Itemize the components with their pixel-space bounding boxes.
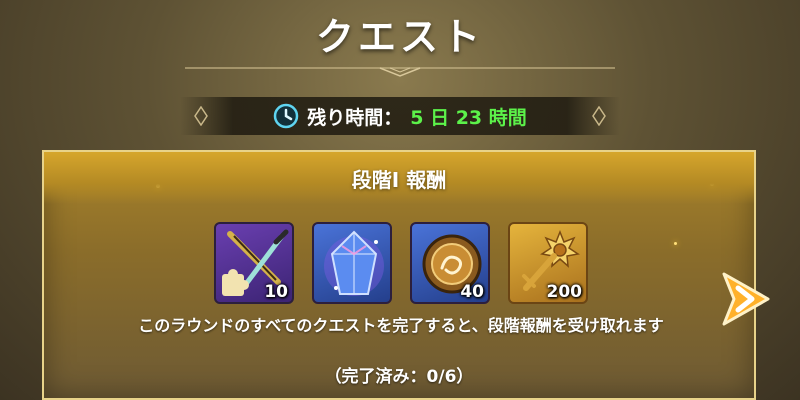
crystal-icon bbox=[324, 230, 384, 296]
clock-icon bbox=[273, 103, 299, 129]
page-title: クエスト bbox=[315, 15, 484, 59]
reward-count: 200 bbox=[546, 282, 583, 302]
reward-item[interactable]: 200 bbox=[508, 222, 588, 304]
completion-progress: （完了済み：0/6） bbox=[324, 367, 474, 387]
title-divider-ornament bbox=[185, 67, 615, 77]
reward-count: 40 bbox=[460, 282, 484, 302]
diamond-ornament-icon bbox=[194, 106, 208, 126]
reward-description: このラウンドのすべてのクエストを完了すると、段階報酬を受け取れます bbox=[138, 316, 664, 335]
panel-header: 段階I 報酬 bbox=[44, 152, 754, 204]
diamond-ornament-icon bbox=[592, 106, 606, 126]
reward-list: 10 40 200 bbox=[214, 222, 590, 306]
next-arrow-icon[interactable] bbox=[716, 266, 776, 332]
reward-item[interactable]: 10 bbox=[214, 222, 294, 304]
stage-reward-panel: 段階I 報酬 10 40 200 このラウンドのすべてのクエストを完了すると、段… bbox=[42, 150, 756, 400]
remaining-time-label: 残り時間： bbox=[307, 106, 403, 129]
reward-item[interactable] bbox=[312, 222, 392, 304]
remaining-time-bar: 残り時間： 5 日 23 時間 bbox=[180, 97, 620, 135]
remaining-time-value: 5 日 23 時間 bbox=[410, 106, 527, 129]
reward-item[interactable]: 40 bbox=[410, 222, 490, 304]
stage-reward-title: 段階I 報酬 bbox=[351, 168, 447, 192]
reward-count: 10 bbox=[264, 282, 288, 302]
